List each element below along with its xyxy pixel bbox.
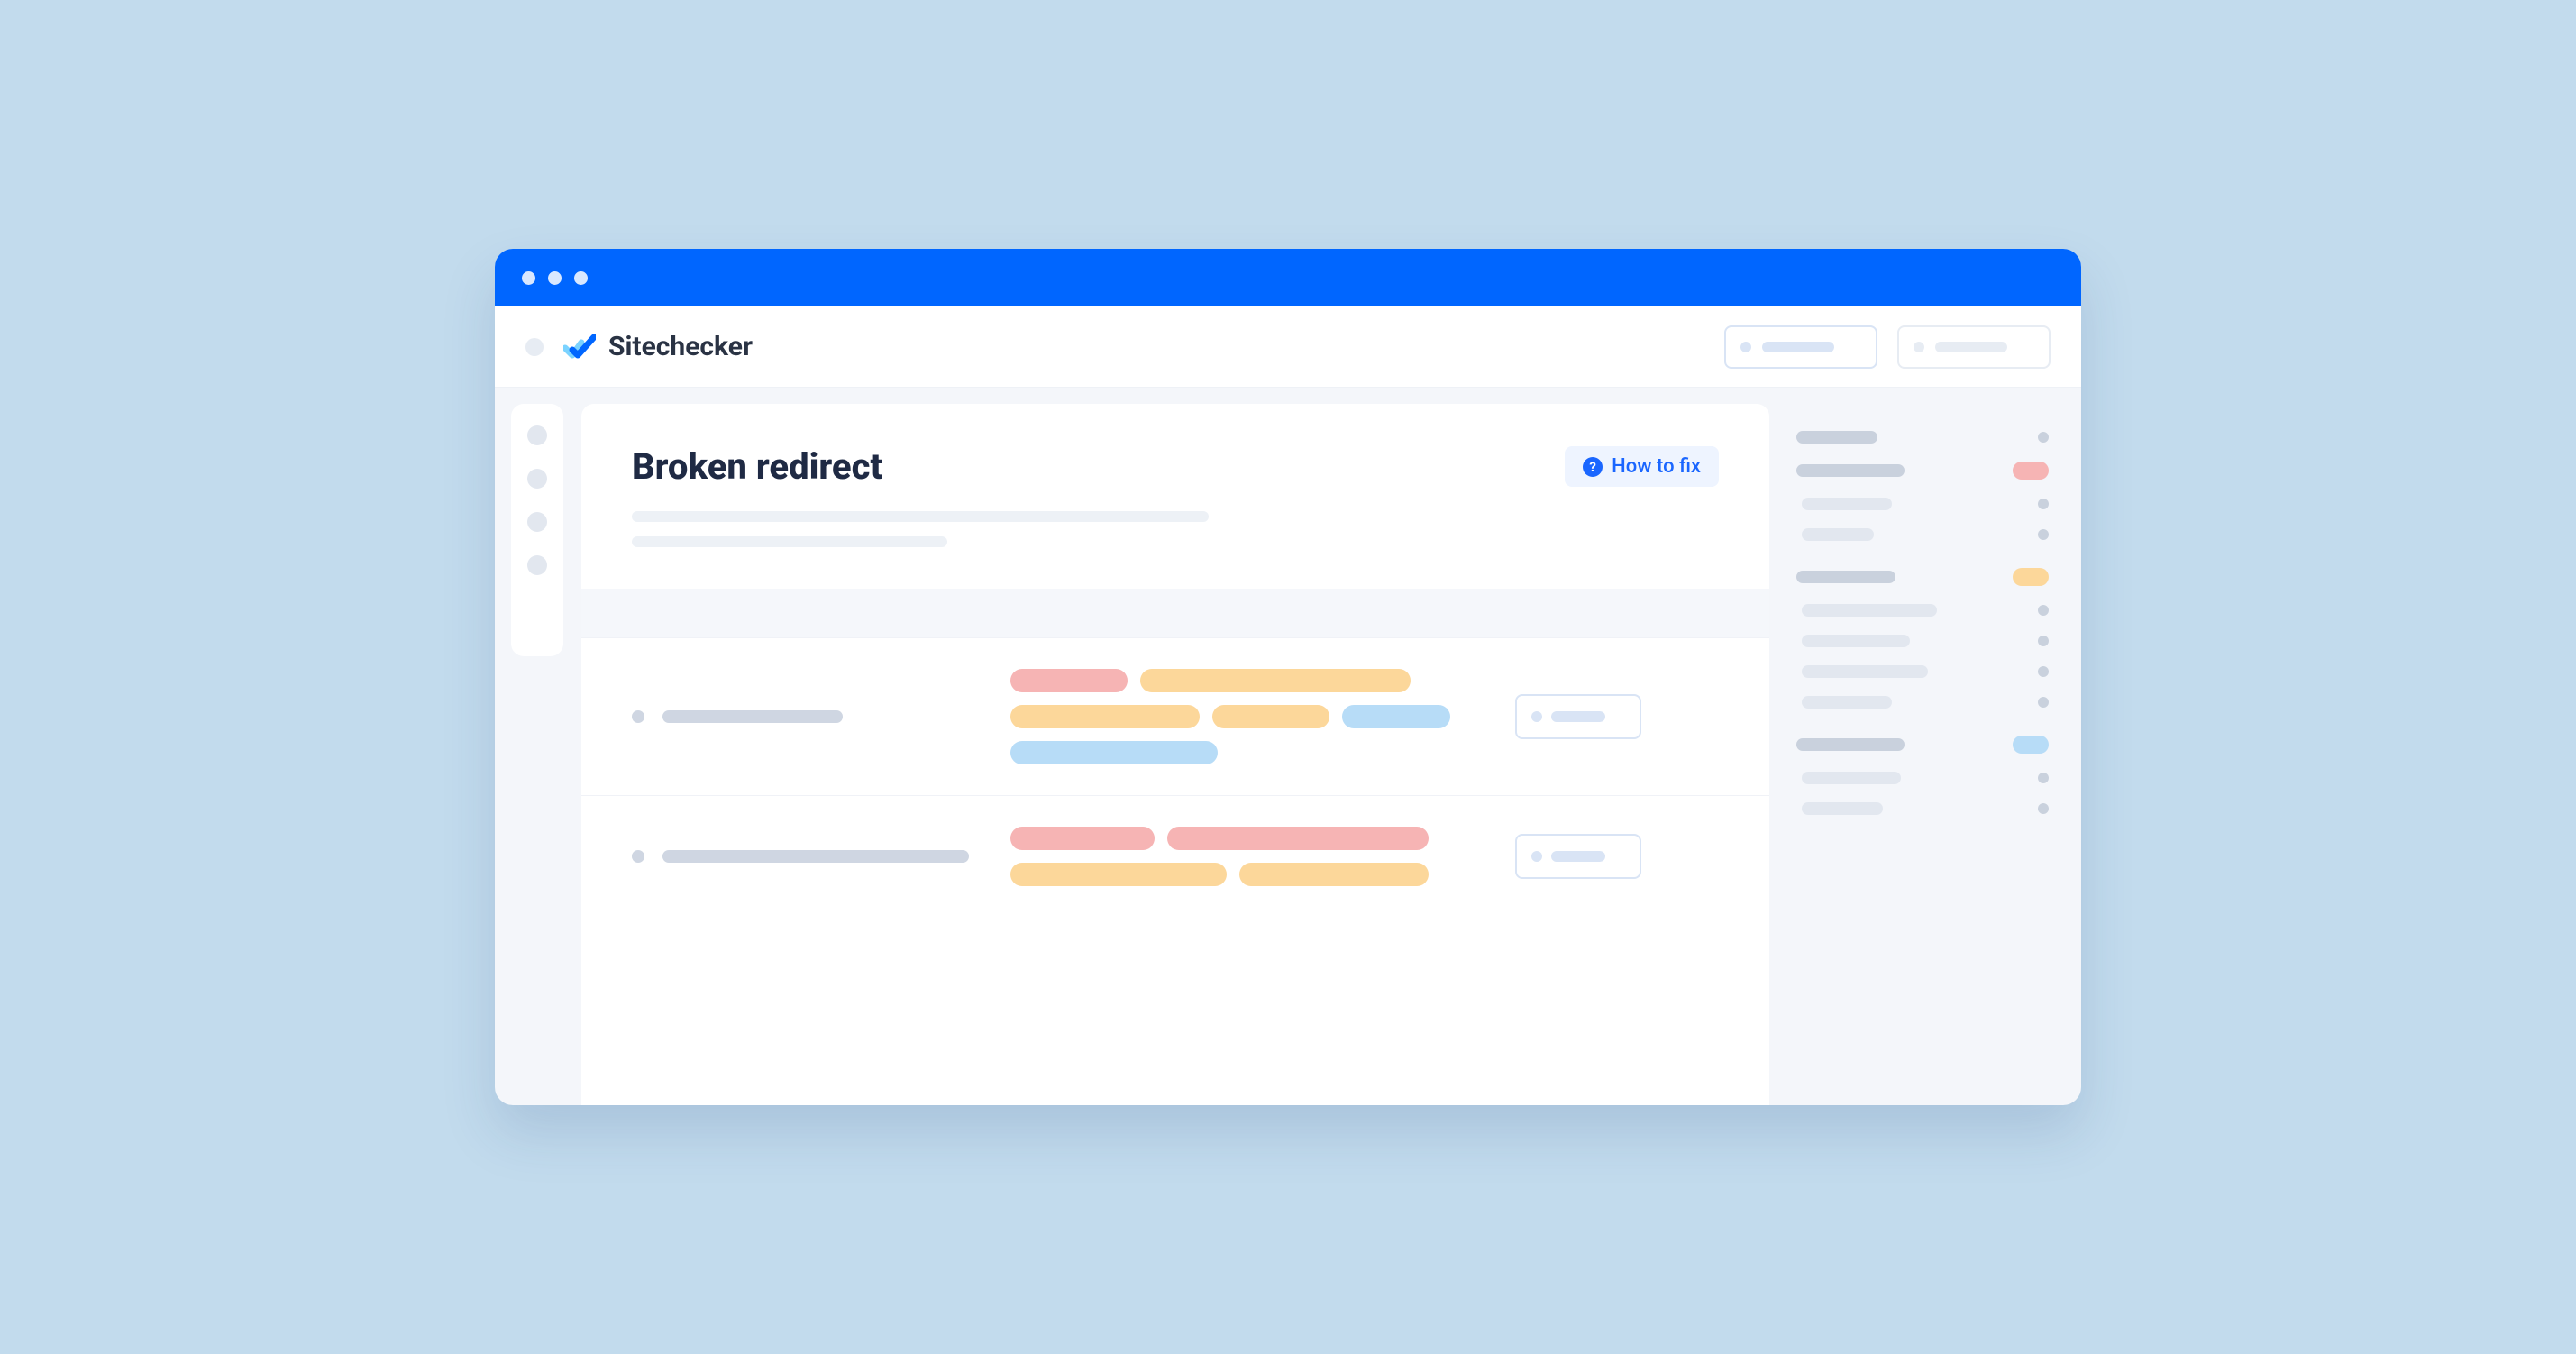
row-action-button[interactable] [1515, 834, 1641, 879]
sidebar-item[interactable] [527, 512, 547, 532]
app-body: Broken redirect ? How to fix [495, 388, 2081, 1105]
help-icon: ? [1583, 457, 1603, 477]
summary-group-warning[interactable] [1796, 568, 2049, 586]
summary-item[interactable] [1796, 665, 2049, 678]
row-url-placeholder [662, 710, 843, 723]
app-window: Sitechecker Broken redirect ? How to fix [495, 249, 2081, 1105]
issue-row [581, 637, 1769, 795]
summary-heading [1796, 431, 2049, 444]
summary-item[interactable] [1796, 498, 2049, 510]
window-minimize-icon[interactable] [548, 271, 562, 285]
main-card: Broken redirect ? How to fix [581, 404, 1769, 1105]
how-to-fix-label: How to fix [1612, 455, 1701, 478]
summary-group-critical[interactable] [1796, 462, 2049, 480]
row-tags [1010, 669, 1479, 764]
table-header-strip [581, 589, 1769, 637]
app-header: Sitechecker [495, 306, 2081, 388]
brand-name: Sitechecker [608, 331, 753, 362]
row-action-button[interactable] [1515, 694, 1641, 739]
header-action-secondary[interactable] [1897, 325, 2051, 369]
row-tags [1010, 827, 1479, 886]
summary-item[interactable] [1796, 772, 2049, 784]
brand-logo[interactable]: Sitechecker [563, 331, 753, 362]
page-title: Broken redirect [632, 445, 882, 488]
header-action-primary[interactable] [1724, 325, 1877, 369]
summary-item[interactable] [1796, 604, 2049, 617]
sidebar-nav [511, 404, 563, 656]
window-titlebar [495, 249, 2081, 306]
menu-icon[interactable] [525, 338, 544, 356]
sidebar-item[interactable] [527, 425, 547, 445]
window-close-icon[interactable] [522, 271, 535, 285]
summary-item[interactable] [1796, 528, 2049, 541]
summary-item[interactable] [1796, 802, 2049, 815]
summary-item[interactable] [1796, 635, 2049, 647]
sidebar-item[interactable] [527, 469, 547, 489]
sidebar-item[interactable] [527, 555, 547, 575]
summary-item[interactable] [1796, 696, 2049, 709]
row-status-icon [632, 850, 644, 863]
summary-group-notice[interactable] [1796, 736, 2049, 754]
issue-row [581, 795, 1769, 917]
row-url-placeholder [662, 850, 969, 863]
checkmark-icon [563, 334, 596, 361]
row-status-icon [632, 710, 644, 723]
description-placeholder [632, 511, 1719, 547]
how-to-fix-button[interactable]: ? How to fix [1565, 446, 1719, 487]
summary-panel [1787, 404, 2058, 1105]
window-maximize-icon[interactable] [574, 271, 588, 285]
